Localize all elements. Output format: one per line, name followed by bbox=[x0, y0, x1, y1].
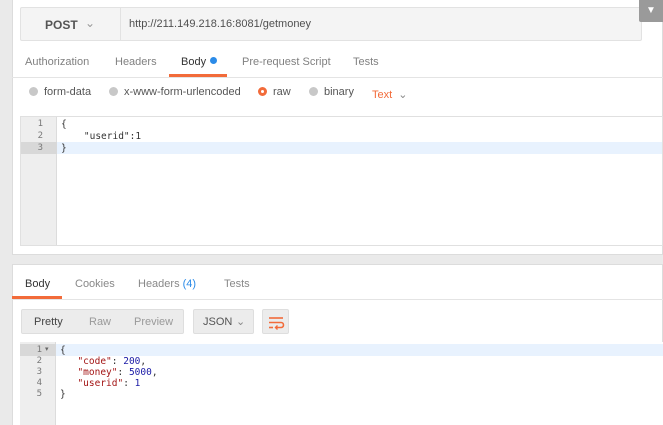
tab-authorization[interactable]: Authorization bbox=[25, 56, 89, 68]
chevron-down-icon: ⌄ bbox=[85, 16, 96, 30]
content-type-label: Text bbox=[372, 89, 393, 101]
radio-icon bbox=[309, 87, 318, 96]
json-close-brace: } bbox=[60, 389, 66, 400]
json-line: "code": 200, bbox=[77, 356, 147, 367]
response-body-viewer[interactable]: 1 ▾ 2 3 4 5 { "code": 200, "money": 5000… bbox=[20, 342, 663, 425]
method-select[interactable]: POST ⌄ bbox=[21, 8, 121, 40]
json-separator: , bbox=[151, 367, 158, 378]
chevron-down-icon[interactable]: ▼ bbox=[639, 0, 663, 22]
radio-icon bbox=[109, 87, 118, 96]
line-number: 2 bbox=[36, 356, 42, 366]
radio-x-www-form-urlencoded[interactable]: x-www-form-urlencoded bbox=[109, 86, 241, 98]
json-value: 1 bbox=[134, 378, 141, 389]
json-value: 5000 bbox=[128, 367, 152, 378]
format-label: JSON bbox=[203, 316, 233, 328]
response-tab-headers-label: Headers bbox=[138, 278, 180, 290]
view-pretty-button[interactable]: Pretty bbox=[34, 316, 63, 328]
line-number: 1 bbox=[36, 345, 42, 355]
tab-headers[interactable]: Headers bbox=[115, 56, 157, 68]
json-key: "money" bbox=[77, 367, 118, 378]
code-line: } bbox=[61, 143, 67, 154]
tab-divider bbox=[12, 299, 663, 300]
json-open-brace: { bbox=[60, 345, 66, 356]
view-mode-group: Pretty Raw Preview bbox=[21, 309, 184, 334]
json-key: "code" bbox=[77, 356, 112, 367]
view-raw-button[interactable]: Raw bbox=[89, 316, 111, 328]
code-line: { bbox=[61, 119, 67, 130]
radio-selected-icon bbox=[258, 87, 267, 96]
tab-pre-request-script[interactable]: Pre-request Script bbox=[242, 56, 331, 68]
json-key: "userid" bbox=[77, 378, 124, 389]
tab-divider bbox=[12, 77, 663, 78]
radio-icon bbox=[29, 87, 38, 96]
url-input[interactable]: http://211.149.218.16:8081/getmoney bbox=[129, 18, 311, 30]
url-bar: POST ⌄ http://211.149.218.16:8081/getmon… bbox=[20, 7, 642, 41]
radio-label: x-www-form-urlencoded bbox=[124, 86, 241, 98]
tab-body-label: Body bbox=[181, 56, 207, 68]
radio-form-data[interactable]: form-data bbox=[29, 86, 91, 98]
json-value: 200 bbox=[123, 356, 141, 367]
radio-raw[interactable]: raw bbox=[258, 86, 291, 98]
format-select[interactable]: JSON ⌄ bbox=[193, 309, 254, 334]
response-tab-body[interactable]: Body bbox=[25, 278, 50, 290]
line-number: 5 bbox=[36, 389, 42, 399]
response-tab-tests[interactable]: Tests bbox=[224, 278, 250, 290]
json-separator: , bbox=[140, 356, 147, 367]
radio-label: binary bbox=[324, 86, 354, 98]
code-line: "userid":1 bbox=[61, 131, 142, 142]
modified-dot-icon bbox=[210, 57, 218, 64]
json-line: "money": 5000, bbox=[77, 367, 158, 378]
chevron-down-icon: ⌄ bbox=[236, 316, 246, 328]
radio-label: raw bbox=[273, 86, 291, 98]
response-tab-headers[interactable]: Headers (4) bbox=[138, 278, 196, 290]
tab-body[interactable]: Body bbox=[181, 56, 218, 68]
chevron-down-icon: ⌄ bbox=[398, 89, 408, 101]
line-number: 4 bbox=[36, 378, 42, 388]
line-number: 3 bbox=[37, 143, 43, 153]
content-type-select[interactable]: Text ⌄ bbox=[372, 88, 407, 101]
tab-tests[interactable]: Tests bbox=[353, 56, 379, 68]
headers-count: (4) bbox=[182, 278, 197, 290]
radio-label: form-data bbox=[44, 86, 92, 98]
radio-binary[interactable]: binary bbox=[309, 86, 354, 98]
json-line: "userid": 1 bbox=[77, 378, 141, 389]
line-number: 1 bbox=[37, 119, 43, 129]
wrap-lines-button[interactable] bbox=[262, 309, 289, 334]
line-number: 2 bbox=[37, 131, 43, 141]
fold-arrow-icon[interactable]: ▾ bbox=[45, 345, 49, 353]
view-preview-button[interactable]: Preview bbox=[134, 316, 173, 328]
response-tab-cookies[interactable]: Cookies bbox=[75, 278, 115, 290]
method-label: POST bbox=[45, 18, 78, 32]
line-number: 3 bbox=[36, 367, 42, 377]
active-line-highlight bbox=[21, 142, 662, 154]
active-line-highlight bbox=[20, 344, 663, 356]
wrap-lines-icon bbox=[269, 317, 285, 330]
request-body-editor[interactable]: 1 2 3 { "userid":1 } bbox=[20, 116, 663, 246]
